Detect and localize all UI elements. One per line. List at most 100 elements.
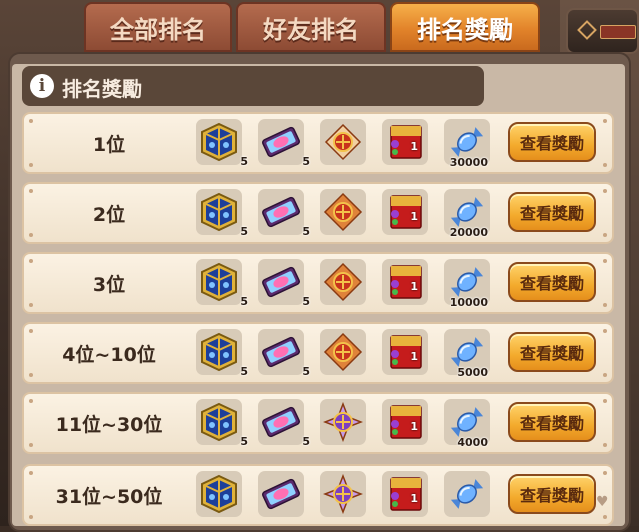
ornament-icon xyxy=(323,402,363,442)
ticket-item[interactable]: 5 xyxy=(258,399,310,448)
blue-treasure-box-icon xyxy=(201,332,237,372)
diamond-icon xyxy=(577,20,597,40)
candy-item[interactable]: 10000 xyxy=(444,259,490,309)
ticket-quantity: 5 xyxy=(302,435,310,448)
rank-label: 4位~10位 xyxy=(62,343,156,366)
ticket-item[interactable]: 5 xyxy=(258,189,310,238)
candy-item[interactable] xyxy=(444,471,490,517)
ornament-icon xyxy=(323,192,363,232)
ornament-icon xyxy=(323,474,363,514)
coin-amount: 10000 xyxy=(449,296,488,309)
candy-item[interactable]: 4000 xyxy=(444,399,490,449)
ticket-quantity: 5 xyxy=(302,365,310,378)
envelope-quantity: 1 xyxy=(410,210,418,223)
treasure-box-item[interactable]: 5 xyxy=(196,399,248,448)
red-envelope-icon xyxy=(390,125,422,159)
pink-ticket-icon xyxy=(262,478,300,510)
treasure-box-item[interactable]: 5 xyxy=(196,259,248,308)
envelope-item[interactable]: 1 xyxy=(382,259,428,305)
red-envelope-icon xyxy=(390,195,422,229)
rank-label: 3位 xyxy=(92,273,126,296)
view-reward-button[interactable]: 查看獎勵 xyxy=(508,192,596,232)
envelope-item[interactable]: 1 xyxy=(382,189,428,235)
pink-ticket-icon xyxy=(262,266,300,298)
ticket-quantity: 5 xyxy=(302,225,310,238)
envelope-quantity: 1 xyxy=(410,492,418,505)
view-reward-button[interactable]: 查看獎勵 xyxy=(508,122,596,162)
reward-row: 3位 5 5 1 10000 查看獎勵 xyxy=(22,252,614,314)
ticket-item[interactable]: 5 xyxy=(258,119,310,168)
section-title: 排名獎勵 xyxy=(62,77,142,101)
tab-friend-ranking[interactable]: 好友排名 xyxy=(236,2,386,52)
rank-label: 1位 xyxy=(92,133,126,156)
ticket-item[interactable] xyxy=(258,471,304,517)
blue-treasure-box-icon xyxy=(201,192,237,232)
envelope-quantity: 1 xyxy=(410,140,418,153)
treasure-box-item[interactable]: 5 xyxy=(196,189,248,238)
red-envelope-icon xyxy=(390,265,422,299)
ornament-icon xyxy=(323,262,363,302)
reward-row: 1位 5 5 1 30000 查看獎勵 xyxy=(22,112,614,174)
blue-treasure-box-icon xyxy=(201,474,237,514)
ornament-item[interactable] xyxy=(320,399,366,445)
blue-treasure-box-icon xyxy=(201,122,237,162)
reward-row: 31位~50位 1 查看獎勵 xyxy=(22,464,614,526)
blue-treasure-box-icon xyxy=(201,262,237,302)
box-quantity: 5 xyxy=(240,225,248,238)
rank-label: 11位~30位 xyxy=(55,413,163,436)
envelope-quantity: 1 xyxy=(410,420,418,433)
ticket-item[interactable]: 5 xyxy=(258,259,310,308)
scroll-indicator-icon: ♥ xyxy=(596,494,609,510)
envelope-quantity: 1 xyxy=(410,350,418,363)
reward-row: 11位~30位 5 5 1 4000 查看獎勵 xyxy=(22,392,614,454)
ticket-quantity: 5 xyxy=(302,155,310,168)
coin-amount: 4000 xyxy=(457,436,488,449)
tab-all-ranking[interactable]: 全部排名 xyxy=(84,2,232,52)
tab-ranking-rewards[interactable]: 排名獎勵 xyxy=(390,2,540,52)
envelope-item[interactable]: 1 xyxy=(382,471,428,517)
pink-ticket-icon xyxy=(262,126,300,158)
ticket-item[interactable]: 5 xyxy=(258,329,310,378)
blue-treasure-box-icon xyxy=(201,402,237,442)
pink-ticket-icon xyxy=(262,196,300,228)
box-quantity: 5 xyxy=(240,435,248,448)
red-envelope-icon xyxy=(390,335,422,369)
reward-row: 4位~10位 5 5 1 5000 查看獎勵 xyxy=(22,322,614,384)
ornament-item[interactable] xyxy=(320,189,366,235)
coin-amount: 20000 xyxy=(449,226,488,239)
view-reward-button[interactable]: 查看獎勵 xyxy=(508,474,596,514)
red-envelope-icon xyxy=(390,477,422,511)
red-envelope-icon xyxy=(390,405,422,439)
ornament-icon xyxy=(323,332,363,372)
envelope-item[interactable]: 1 xyxy=(382,119,428,165)
treasure-box-item[interactable]: 5 xyxy=(196,119,248,168)
envelope-quantity: 1 xyxy=(410,280,418,293)
side-banner xyxy=(600,25,636,39)
ornament-item[interactable] xyxy=(320,471,366,517)
candy-item[interactable]: 5000 xyxy=(444,329,490,379)
box-quantity: 5 xyxy=(240,365,248,378)
ornament-item[interactable] xyxy=(320,119,366,165)
view-reward-button[interactable]: 查看獎勵 xyxy=(508,402,596,442)
info-icon[interactable]: i xyxy=(30,74,54,98)
blue-candy-icon xyxy=(450,479,484,509)
view-reward-button[interactable]: 查看獎勵 xyxy=(508,262,596,302)
box-quantity: 5 xyxy=(240,155,248,168)
box-quantity: 5 xyxy=(240,295,248,308)
side-menu-button[interactable] xyxy=(566,8,639,54)
rank-label: 31位~50位 xyxy=(55,485,163,508)
envelope-item[interactable]: 1 xyxy=(382,329,428,375)
candy-item[interactable]: 20000 xyxy=(444,189,490,239)
coin-amount: 5000 xyxy=(457,366,488,379)
view-reward-button[interactable]: 查看獎勵 xyxy=(508,332,596,372)
pink-ticket-icon xyxy=(262,336,300,368)
candy-item[interactable]: 30000 xyxy=(444,119,490,169)
ticket-quantity: 5 xyxy=(302,295,310,308)
ornament-icon xyxy=(324,123,362,161)
treasure-box-item[interactable] xyxy=(196,471,242,517)
ornament-item[interactable] xyxy=(320,329,366,375)
envelope-item[interactable]: 1 xyxy=(382,399,428,445)
reward-row: 2位 5 5 1 20000 查看獎勵 xyxy=(22,182,614,244)
ornament-item[interactable] xyxy=(320,259,366,305)
treasure-box-item[interactable]: 5 xyxy=(196,329,248,378)
